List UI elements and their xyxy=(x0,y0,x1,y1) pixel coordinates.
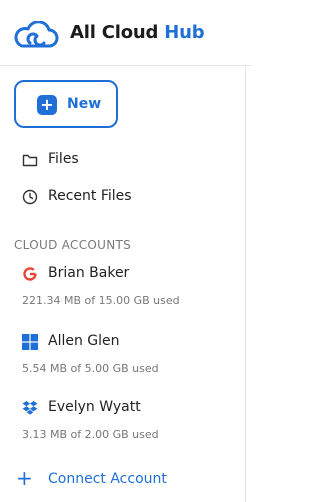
app-brand: All Cloud Hub xyxy=(70,22,205,43)
nav-item-label: Files xyxy=(48,151,79,167)
header: All Cloud Hub xyxy=(0,0,251,66)
account-usage: 5.54 MB of 5.00 GB used xyxy=(22,362,159,375)
account-name: Evelyn Wyatt xyxy=(48,399,141,415)
windows-icon xyxy=(22,334,38,350)
connect-account-label: Connect Account xyxy=(48,471,167,487)
cloud-logo-icon xyxy=(14,21,59,48)
new-button[interactable]: + New xyxy=(14,80,118,128)
new-button-label: New xyxy=(67,96,102,112)
account-usage: 221.34 MB of 15.00 GB used xyxy=(22,294,180,307)
section-title-cloud-accounts: CLOUD ACCOUNTS xyxy=(14,238,132,252)
sidebar: All Cloud Hub + New Files Recent Files C… xyxy=(0,0,251,502)
dropbox-icon xyxy=(22,401,38,415)
plus-icon: + xyxy=(37,95,57,115)
account-name: Brian Baker xyxy=(48,265,130,281)
folder-icon xyxy=(22,154,38,167)
nav-item-label: Recent Files xyxy=(48,188,132,204)
google-icon xyxy=(23,267,37,281)
account-item[interactable]: Brian Baker 221.34 MB of 15.00 GB used xyxy=(22,263,237,315)
account-item[interactable]: Allen Glen 5.54 MB of 5.00 GB used xyxy=(22,331,237,383)
account-item[interactable]: Evelyn Wyatt 3.13 MB of 2.00 GB used xyxy=(22,397,237,449)
plus-icon: + xyxy=(16,466,33,490)
brand-name: All Cloud xyxy=(70,22,159,43)
clock-icon xyxy=(22,189,38,205)
account-name: Allen Glen xyxy=(48,333,120,349)
sidebar-divider xyxy=(245,65,246,502)
account-usage: 3.13 MB of 2.00 GB used xyxy=(22,428,159,441)
brand-accent: Hub xyxy=(164,22,205,43)
